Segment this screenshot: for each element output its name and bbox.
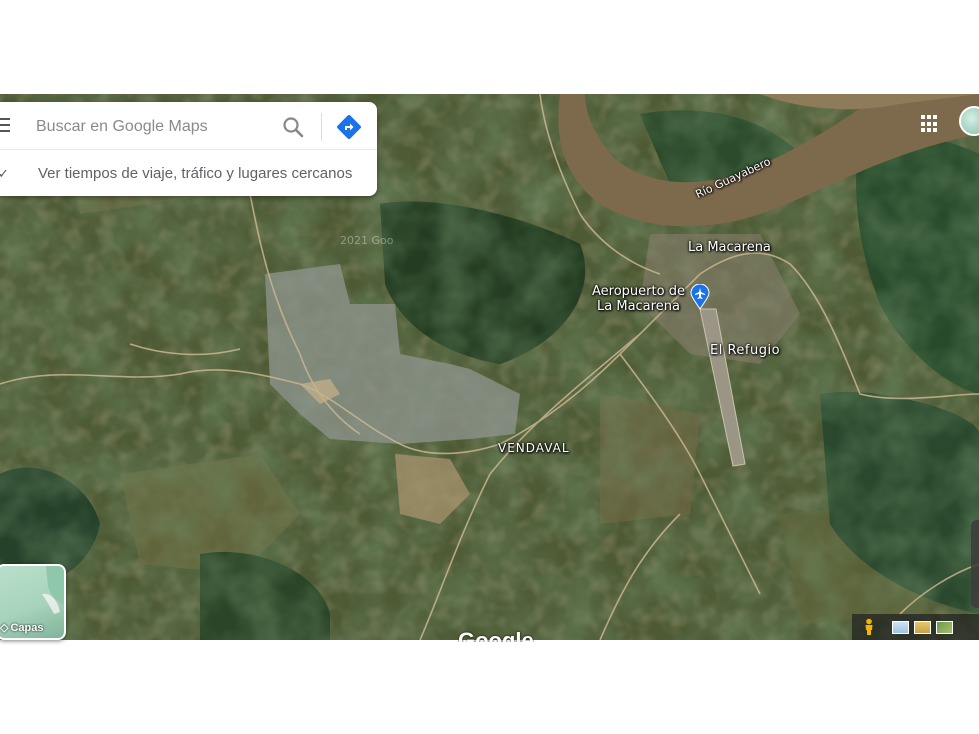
directions-icon[interactable] [336, 114, 362, 140]
search-input[interactable] [36, 114, 268, 140]
map-watermark: 2021 Goo [340, 234, 394, 247]
layers-label: Capas [10, 621, 44, 634]
nearby-hint-text: Ver tiempos de viaje, tráfico y lugares … [38, 165, 353, 182]
map-thumbnail-satellite[interactable] [936, 621, 953, 634]
layers-button[interactable]: ◇ Capas [0, 564, 66, 640]
town-label-la-macarena[interactable]: La Macarena [688, 240, 771, 255]
menu-icon[interactable] [0, 118, 12, 132]
airport-label[interactable]: Aeropuerto de La Macarena [592, 284, 685, 314]
pegman-icon[interactable] [862, 618, 876, 636]
page: 2021 Goo Río Guayabero La Macarena Aerop… [0, 0, 979, 734]
nearby-hint-row[interactable]: ✓ Ver tiempos de viaje, tráfico y lugare… [0, 151, 377, 196]
map-bottom-toolbar [852, 614, 979, 640]
layers-caption: ◇ Capas [0, 621, 44, 635]
airport-icon[interactable] [690, 284, 710, 310]
apps-grid-icon[interactable] [921, 115, 939, 133]
map-thumbnail-terrain[interactable] [914, 621, 931, 634]
zoom-controls[interactable] [971, 520, 979, 608]
check-icon: ✓ [0, 166, 9, 181]
search-box [0, 102, 377, 150]
neighborhood-label-vendaval[interactable]: VENDAVAL [498, 441, 570, 455]
neighborhood-label-el-refugio[interactable]: El Refugio [710, 343, 780, 358]
google-logo: Google [458, 628, 534, 642]
search-icon[interactable] [282, 116, 304, 138]
search-panel: ✓ Ver tiempos de viaje, tráfico y lugare… [0, 102, 377, 196]
layers-icon: ◇ [0, 622, 9, 634]
search-divider [321, 113, 322, 141]
map-thumbnail-default[interactable] [892, 621, 909, 634]
